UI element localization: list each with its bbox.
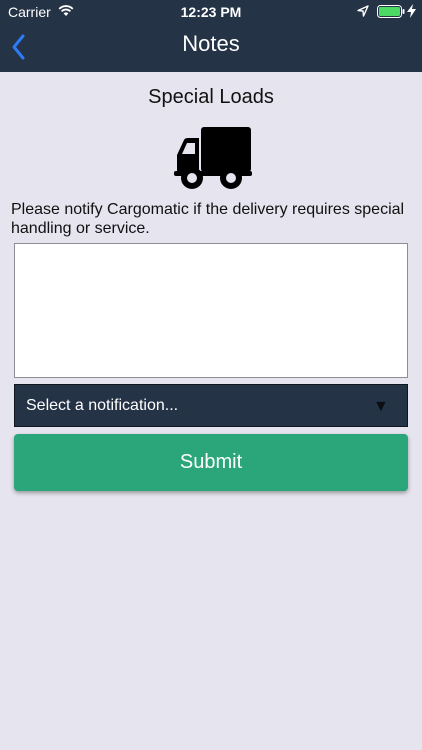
charging-bolt-icon [407,4,416,18]
notes-textarea[interactable] [14,243,408,378]
location-arrow-icon [357,5,369,17]
truck-icon [174,127,252,189]
instruction-text: Please notify Cargomatic if the delivery… [11,201,405,237]
battery-icon [377,5,405,18]
page-title: Notes [182,31,240,56]
dropdown-arrow-icon: ▼ [373,398,389,415]
notification-select-value: Select a notification... [26,397,179,414]
notification-select[interactable]: Select a notification... ▼ [14,384,408,427]
submit-button[interactable]: Submit [14,434,408,491]
navigation-bar: Carrier 12:23 PM Notes [0,0,422,72]
status-bar: Carrier 12:23 PM [0,0,422,24]
section-heading: Special Loads [148,86,274,108]
